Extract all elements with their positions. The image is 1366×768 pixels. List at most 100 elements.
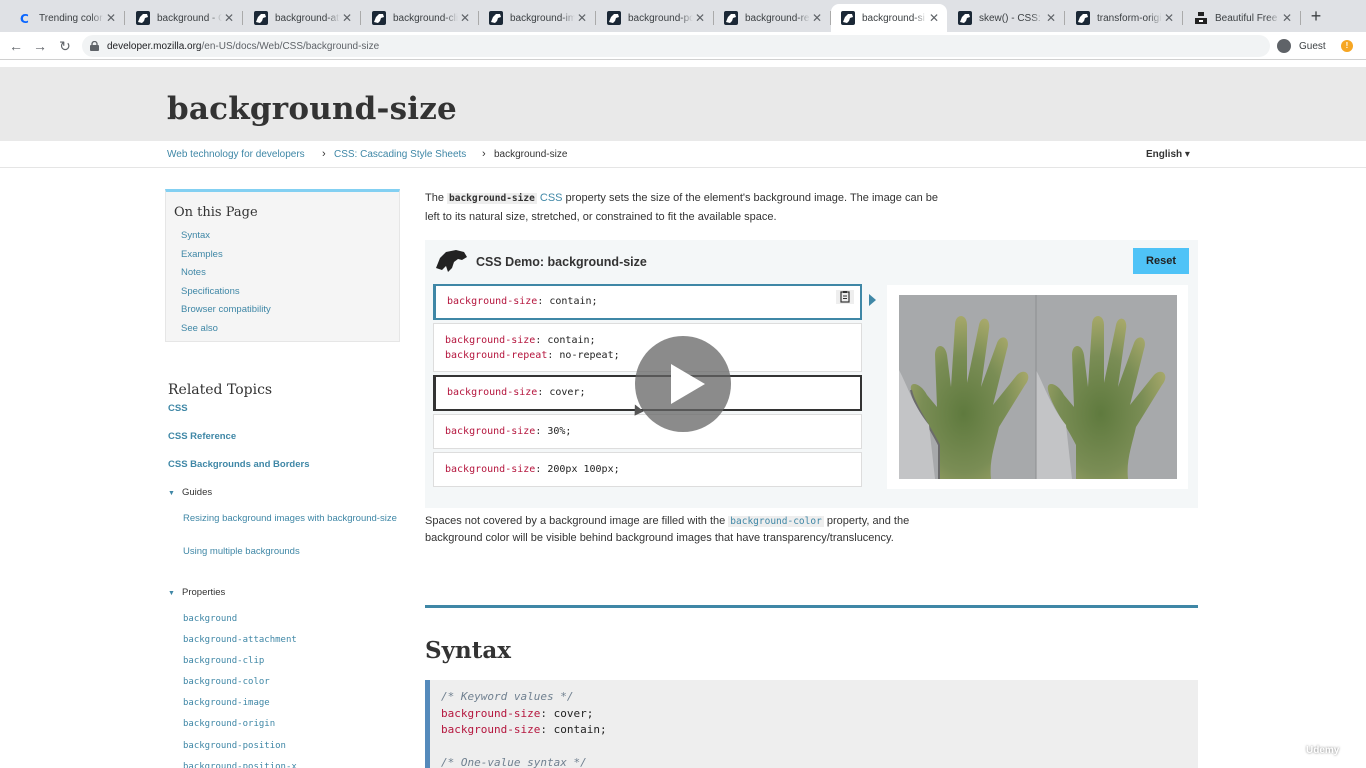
mdn-dino-logo-icon [436,250,467,272]
otp-link-notes[interactable]: Notes [181,267,206,278]
browser-tab[interactable]: background-ima ✕ [479,4,596,32]
browser-tab[interactable]: background-si ✕ [831,4,947,32]
close-tab-icon[interactable]: ✕ [458,11,472,25]
unsplash-icon [1195,12,1207,24]
url-domain: developer.mozilla.org [107,40,202,52]
forward-icon[interactable]: → [30,36,50,56]
tab-separator [124,11,125,25]
back-icon[interactable]: ← [6,36,26,56]
extension-icon[interactable]: ! [1341,40,1353,52]
code-value: cover; [553,706,594,720]
tab-title: background-po [628,12,693,24]
mdn-dino-icon [372,11,386,25]
intro-paragraph: The background-size CSS property sets th… [425,189,945,226]
browser-tab[interactable]: transform-origi ✕ [1066,4,1183,32]
related-link-backgrounds-borders[interactable]: CSS Backgrounds and Borders [168,459,309,470]
related-link-css-reference[interactable]: CSS Reference [168,431,236,442]
prop-link-background-image[interactable]: background-image [183,698,270,708]
mdn-dino-icon [489,11,503,25]
choice-prop: background-size [445,426,536,437]
demo-output [887,285,1188,489]
browser-tab[interactable]: background-clip ✕ [362,4,479,32]
prop-link-background-position-x[interactable]: background-position-x [183,762,297,768]
language-selector[interactable]: English ▾ [1146,149,1190,160]
video-play-button[interactable] [635,336,731,432]
breadcrumb-css[interactable]: CSS: Cascading Style Sheets [334,149,466,160]
guides-label: Guides [182,487,213,498]
prop-link-background-color[interactable]: background-color [183,677,270,687]
close-tab-icon[interactable]: ✕ [1044,11,1058,25]
mdn-dino-icon [724,11,738,25]
reset-button[interactable]: Reset [1133,248,1189,274]
guides-toggle[interactable]: ▼ Guides [168,487,212,498]
choice-value: 30%; [547,426,572,437]
prop-link-background-attachment[interactable]: background-attachment [183,635,297,645]
browser-tab[interactable]: background-rep ✕ [714,4,831,32]
prop-link-background-position[interactable]: background-position [183,741,286,751]
close-tab-icon[interactable]: ✕ [1162,11,1176,25]
choice-200px-100px[interactable]: background-size: 200px 100px; [433,452,862,487]
address-bar[interactable]: developer.mozilla.org/en-US/docs/Web/CSS… [82,35,1270,57]
chevron-right-icon: › [322,148,326,160]
otp-link-specifications[interactable]: Specifications [181,286,240,297]
close-tab-icon[interactable]: ✕ [927,11,941,25]
browser-tab[interactable]: C Trending color p ✕ [8,4,125,32]
guide-link-multiple[interactable]: Using multiple backgrounds [183,546,300,557]
breadcrumb: Web technology for developers › CSS: Cas… [0,141,1366,168]
syntax-heading: Syntax [425,637,511,664]
syntax-code-block: /* Keyword values */ background-size: co… [425,680,1198,768]
choice-prop: background-size [445,335,536,346]
prop-link-background-origin[interactable]: background-origin [183,719,275,729]
title-banner: background-size [0,67,1366,141]
after-text-pre: Spaces not covered by a background image… [425,515,729,527]
related-link-css[interactable]: CSS [168,403,188,414]
close-tab-icon[interactable]: ✕ [104,11,118,25]
browser-tab[interactable]: background-att ✕ [244,4,361,32]
profile-button[interactable]: Guest [1277,36,1326,56]
tab-title: background-att [275,12,340,24]
browser-tab[interactable]: Beautiful Free I ✕ [1184,4,1301,32]
browser-tab[interactable]: skew() - CSS: C ✕ [948,4,1065,32]
close-tab-icon[interactable]: ✕ [340,11,354,25]
close-tab-icon[interactable]: ✕ [810,11,824,25]
properties-toggle[interactable]: ▼ Properties [168,587,225,598]
guide-link-resizing[interactable]: Resizing background images with backgrou… [183,513,408,524]
close-tab-icon[interactable]: ✕ [575,11,589,25]
breadcrumb-web-tech[interactable]: Web technology for developers [167,149,305,160]
background-color-code-link[interactable]: background-color [728,516,824,527]
browser-tab[interactable]: background-po ✕ [597,4,714,32]
choice-prop: background-repeat [445,350,548,361]
background-color-paragraph: Spaces not covered by a background image… [425,513,945,547]
prop-link-background[interactable]: background [183,614,237,624]
svg-text:C: C [20,12,29,25]
tab-title: background-ima [510,12,575,24]
choice-value: contain; [547,335,596,346]
close-tab-icon[interactable]: ✕ [222,11,236,25]
browser-tab[interactable]: background - C ✕ [126,4,243,32]
close-tab-icon[interactable]: ✕ [1280,11,1294,25]
tab-separator [1182,11,1183,25]
avatar-icon [1277,39,1291,53]
close-tab-icon[interactable]: ✕ [693,11,707,25]
tab-title: background-rep [745,12,810,24]
otp-link-see-also[interactable]: See also [181,323,218,334]
mdn-dino-icon [841,11,855,25]
copy-icon[interactable] [836,290,854,304]
section-divider [425,605,1198,608]
intro-code: background-size [447,193,537,204]
otp-link-browser-compat[interactable]: Browser compatibility [181,304,271,315]
otp-link-examples[interactable]: Examples [181,249,223,260]
new-tab-button[interactable]: + [1305,5,1327,27]
breadcrumb-current: background-size [494,149,568,160]
reload-icon[interactable]: ↻ [55,36,75,56]
prop-link-background-clip[interactable]: background-clip [183,656,264,666]
intro-css-link[interactable]: CSS [540,192,563,204]
choice-prop: background-size [447,387,538,398]
choice-30-percent[interactable]: background-size: 30%; [433,414,862,449]
otp-link-syntax[interactable]: Syntax [181,230,210,241]
chevron-right-icon: › [482,148,486,160]
tab-separator [1300,11,1301,25]
tab-title: background-clip [393,12,458,24]
choice-contain[interactable]: background-size: contain; [433,284,862,320]
tab-title: background - C [157,12,222,24]
